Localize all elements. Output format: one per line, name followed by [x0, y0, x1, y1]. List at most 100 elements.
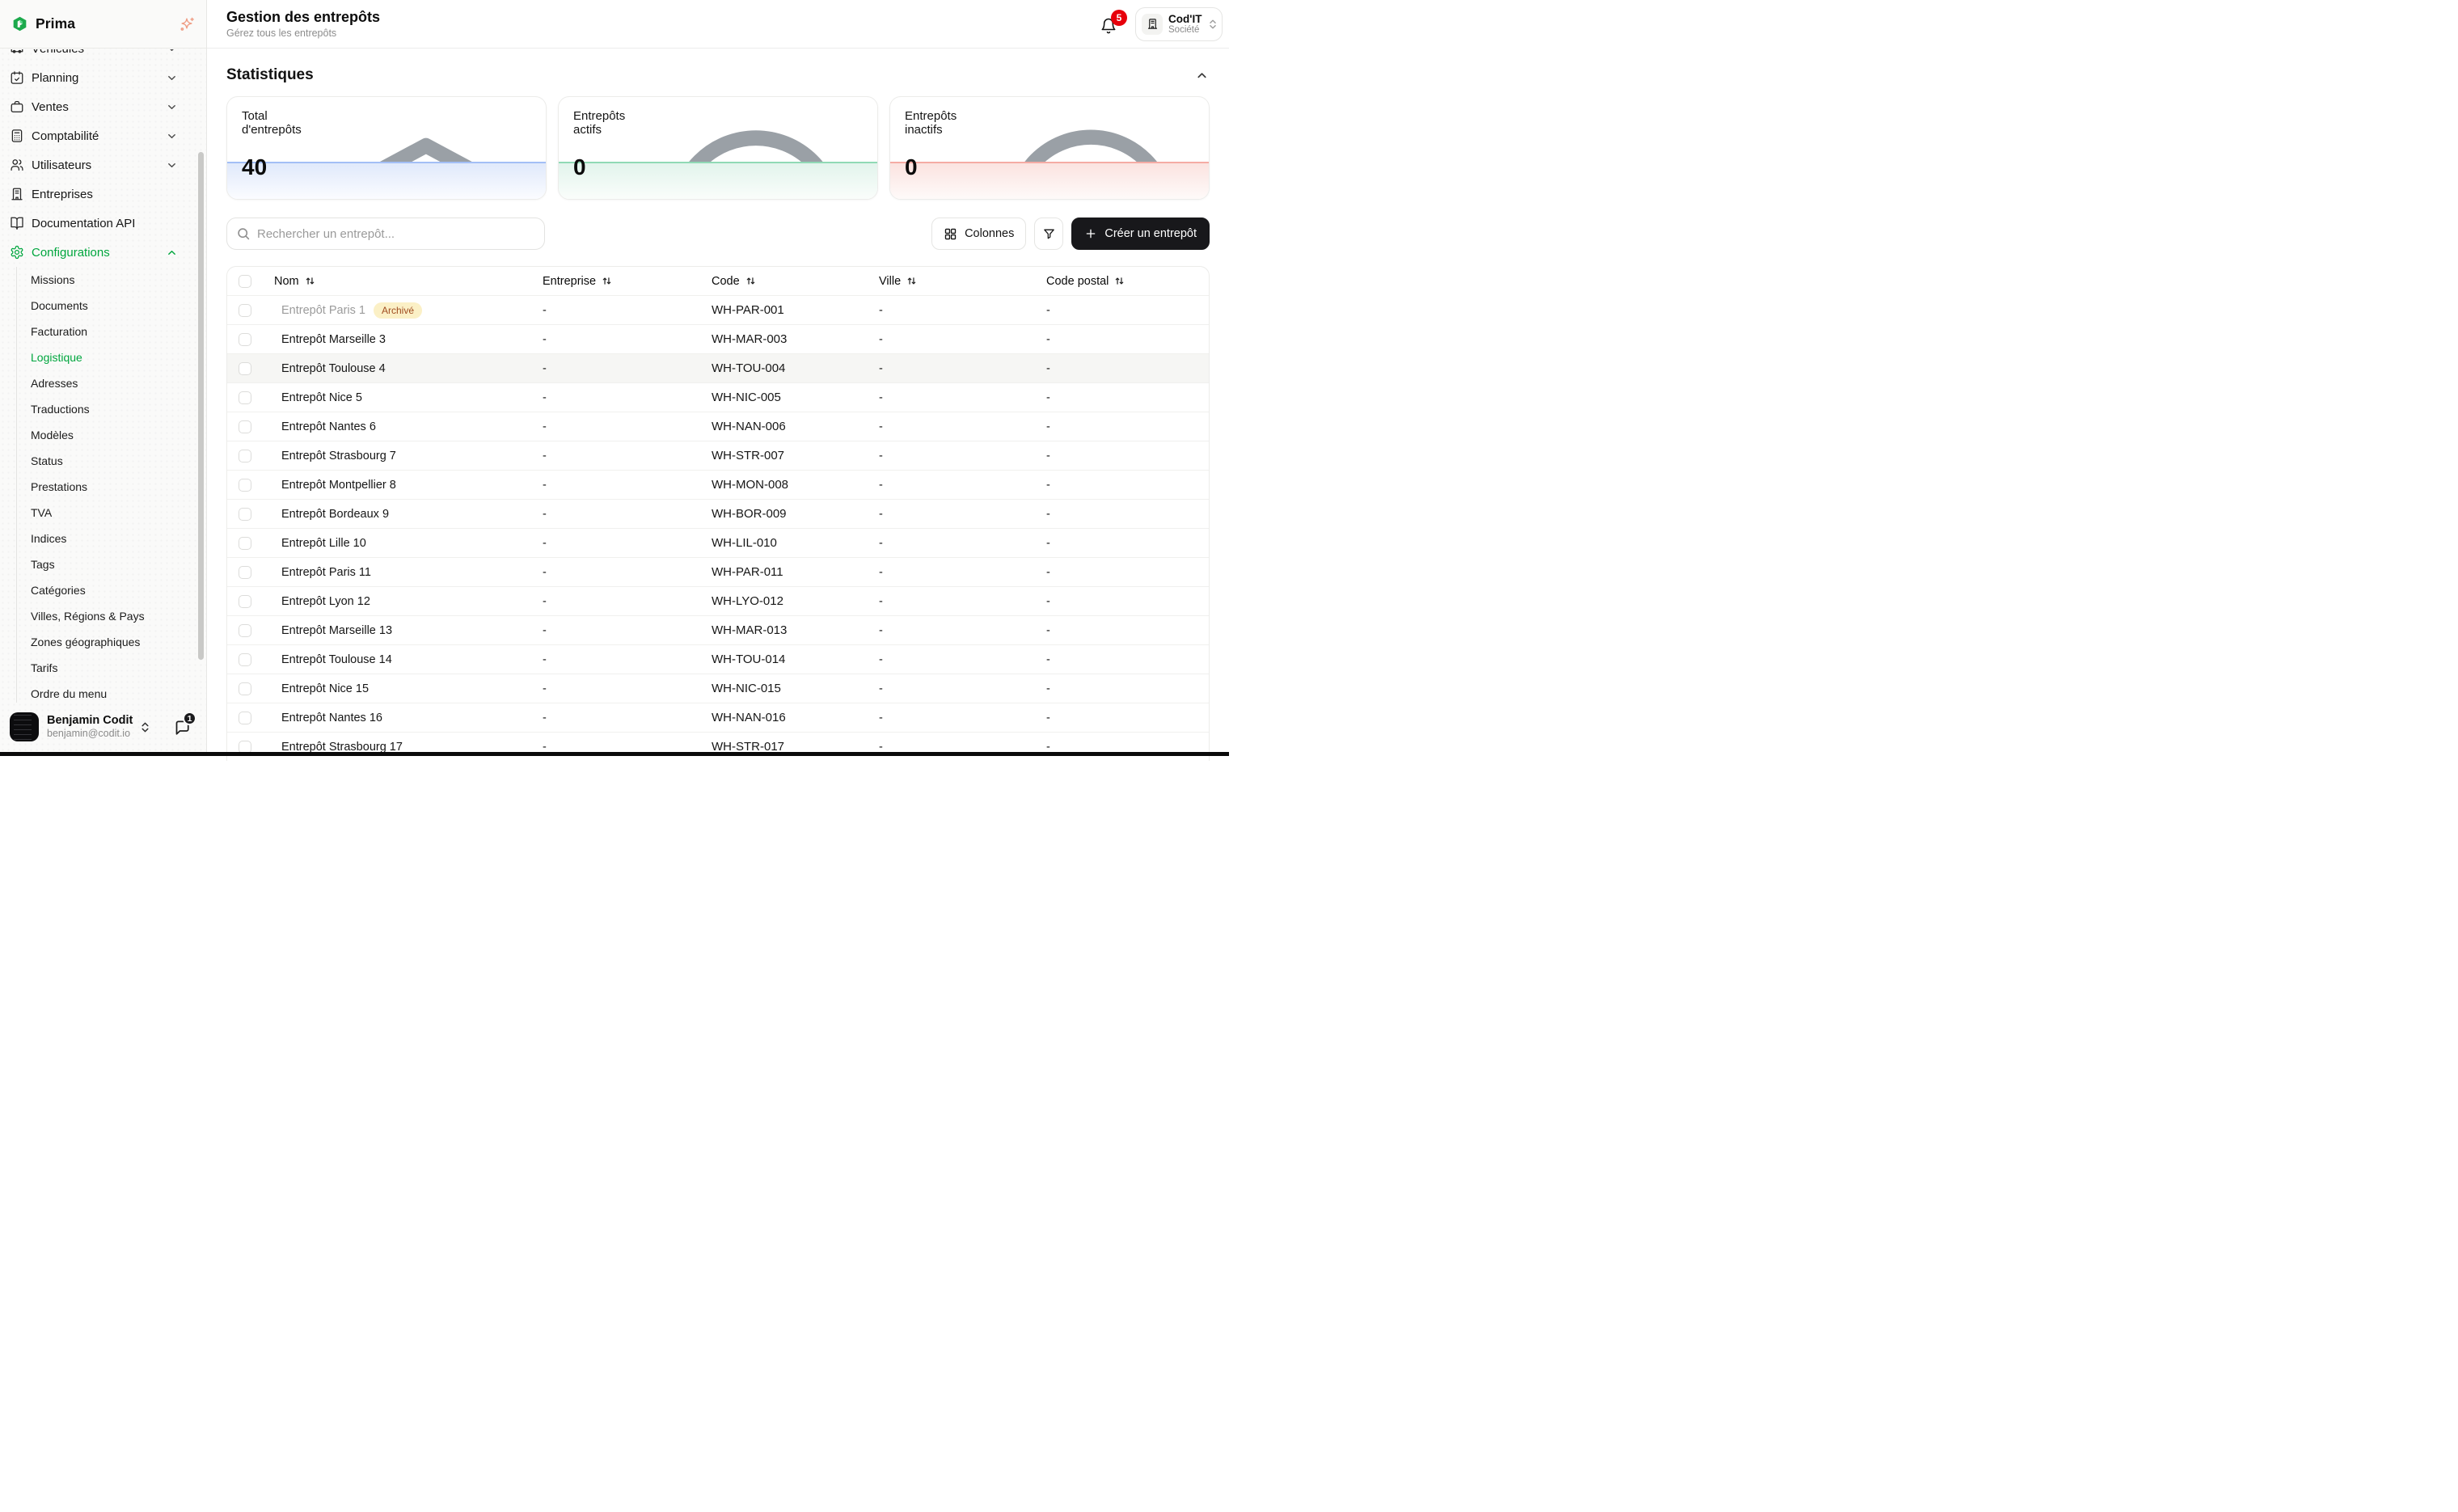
- sidebar-subitem-label: TVA: [31, 506, 52, 519]
- row-checkbox[interactable]: [239, 595, 251, 608]
- sidebar-subitem[interactable]: Traductions: [17, 396, 206, 422]
- column-header[interactable]: Code: [712, 275, 879, 288]
- table-row[interactable]: Entrepôt Lyon 12 - WH-LYO-012 - -: [227, 586, 1209, 615]
- sidebar-item[interactable]: Véhicules: [0, 49, 206, 63]
- column-header[interactable]: Ville: [879, 275, 1046, 288]
- table-row[interactable]: Entrepôt Marseille 13 - WH-MAR-013 - -: [227, 615, 1209, 644]
- table-row[interactable]: Entrepôt Nantes 16 - WH-NAN-016 - -: [227, 703, 1209, 732]
- sidebar-subitem[interactable]: Indices: [17, 526, 206, 551]
- chevron-down-icon: [167, 73, 177, 83]
- sidebar-item[interactable]: Utilisateurs: [0, 150, 206, 179]
- create-warehouse-button[interactable]: Créer un entrepôt: [1071, 218, 1210, 250]
- row-checkbox[interactable]: [239, 537, 251, 550]
- sidebar-subitem[interactable]: Zones géographiques: [17, 629, 206, 655]
- row-checkbox[interactable]: [239, 450, 251, 462]
- sidebar-subitem[interactable]: Status: [17, 448, 206, 474]
- stat-card-value: 0: [573, 154, 586, 180]
- sidebar-item-label: Documentation API: [32, 217, 135, 230]
- sidebar-subitem[interactable]: TVA: [17, 500, 206, 526]
- warehouse-entreprise: -: [543, 712, 712, 724]
- chevron-down-icon: [167, 49, 177, 54]
- sidebar-item[interactable]: Configurations: [0, 238, 206, 267]
- sidebar-item-label: Véhicules: [32, 49, 84, 56]
- sidebar-item[interactable]: Entreprises: [0, 179, 206, 209]
- calculator-icon: [10, 129, 24, 143]
- stat-card-gradient: [890, 162, 1209, 199]
- sidebar-item[interactable]: Comptabilité: [0, 121, 206, 150]
- warehouse-entreprise: -: [543, 304, 712, 317]
- search-icon: [237, 227, 250, 240]
- sidebar-subitem[interactable]: Documents: [17, 293, 206, 319]
- sidebar-subitem-label: Facturation: [31, 325, 87, 338]
- table-row[interactable]: Entrepôt Strasbourg 7 - WH-STR-007 - -: [227, 441, 1209, 470]
- table-row[interactable]: Entrepôt Toulouse 4 - WH-TOU-004 - -: [227, 353, 1209, 382]
- page-subtitle: Gérez tous les entrepôts: [226, 27, 380, 40]
- filter-button[interactable]: [1034, 218, 1063, 250]
- column-header[interactable]: Entreprise: [543, 275, 712, 288]
- table-row[interactable]: Entrepôt Paris 11 - WH-PAR-011 - -: [227, 557, 1209, 586]
- row-checkbox[interactable]: [239, 682, 251, 695]
- notifications-button[interactable]: 5: [1100, 14, 1122, 35]
- row-checkbox[interactable]: [239, 653, 251, 666]
- sidebar-subitem[interactable]: Ordre du menu: [17, 681, 206, 703]
- warehouse-ville: -: [879, 624, 1046, 637]
- avatar: [10, 712, 39, 741]
- warehouse-entreprise: -: [543, 362, 712, 375]
- sidebar-item[interactable]: Ventes: [0, 92, 206, 121]
- sidebar-item[interactable]: Planning: [0, 63, 206, 92]
- prima-logo-icon: [11, 15, 28, 32]
- row-checkbox[interactable]: [239, 712, 251, 724]
- sidebar-subitem[interactable]: Facturation: [17, 319, 206, 344]
- columns-button[interactable]: Colonnes: [931, 218, 1026, 250]
- warehouse-ville: -: [879, 362, 1046, 375]
- table-row[interactable]: Entrepôt Toulouse 14 - WH-TOU-014 - -: [227, 644, 1209, 674]
- column-header[interactable]: Code postal: [1046, 275, 1209, 288]
- table-row[interactable]: Entrepôt Nice 5 - WH-NIC-005 - -: [227, 382, 1209, 412]
- main-area: Gestion des entrepôts Gérez tous les ent…: [207, 0, 1229, 756]
- sidebar-subitem[interactable]: Prestations: [17, 474, 206, 500]
- sidebar-subitem[interactable]: Logistique: [17, 344, 206, 370]
- sidebar-subitem[interactable]: Modèles: [17, 422, 206, 448]
- table-row[interactable]: Entrepôt Lille 10 - WH-LIL-010 - -: [227, 528, 1209, 557]
- row-checkbox[interactable]: [239, 566, 251, 579]
- table-row[interactable]: Entrepôt Bordeaux 9 - WH-BOR-009 - -: [227, 499, 1209, 528]
- row-checkbox[interactable]: [239, 479, 251, 492]
- sidebar-item[interactable]: Documentation API: [0, 209, 206, 238]
- warehouse-code-postal: -: [1046, 333, 1209, 346]
- chat-badge: 1: [183, 712, 196, 725]
- sidebar-subitem[interactable]: Tarifs: [17, 655, 206, 681]
- user-menu[interactable]: Benjamin Codit benjamin@codit.io 1: [0, 703, 206, 750]
- row-checkbox[interactable]: [239, 508, 251, 521]
- table-row[interactable]: Entrepôt Strasbourg 17 - WH-STR-017 - -: [227, 732, 1209, 761]
- warehouse-entreprise: -: [543, 624, 712, 637]
- select-all-checkbox[interactable]: [239, 275, 251, 288]
- chevron-up-icon: [167, 247, 177, 258]
- sidebar-subitem[interactable]: Tags: [17, 551, 206, 577]
- sidebar-subitem[interactable]: Missions: [17, 267, 206, 293]
- warehouse-code: WH-MAR-013: [712, 623, 879, 637]
- sidebar-subitem[interactable]: Villes, Régions & Pays: [17, 603, 206, 629]
- table-row[interactable]: Entrepôt Montpellier 8 - WH-MON-008 - -: [227, 470, 1209, 499]
- sparkle-icon[interactable]: [179, 16, 195, 32]
- row-checkbox[interactable]: [239, 362, 251, 375]
- row-checkbox[interactable]: [239, 391, 251, 404]
- column-header[interactable]: Nom: [274, 275, 543, 288]
- sidebar-subitem[interactable]: Catégories: [17, 577, 206, 603]
- sidebar-item-label: Utilisateurs: [32, 158, 91, 172]
- chat-button[interactable]: 1: [174, 719, 190, 735]
- table-row[interactable]: Entrepôt Nice 15 - WH-NIC-015 - -: [227, 674, 1209, 703]
- sidebar-subitem[interactable]: Adresses: [17, 370, 206, 396]
- sidebar-scrollbar[interactable]: [198, 152, 204, 660]
- stats-collapse-button[interactable]: [1194, 68, 1210, 83]
- row-checkbox[interactable]: [239, 304, 251, 317]
- row-checkbox[interactable]: [239, 333, 251, 346]
- warehouse-ville: -: [879, 653, 1046, 666]
- row-checkbox[interactable]: [239, 624, 251, 637]
- sidebar-subitem-label: Ordre du menu: [31, 687, 107, 700]
- table-row[interactable]: Entrepôt Paris 1 Archivé - WH-PAR-001 - …: [227, 295, 1209, 324]
- search-input[interactable]: [257, 227, 534, 241]
- table-row[interactable]: Entrepôt Nantes 6 - WH-NAN-006 - -: [227, 412, 1209, 441]
- row-checkbox[interactable]: [239, 420, 251, 433]
- table-row[interactable]: Entrepôt Marseille 3 - WH-MAR-003 - -: [227, 324, 1209, 353]
- org-selector[interactable]: Cod'IT Société: [1135, 7, 1223, 41]
